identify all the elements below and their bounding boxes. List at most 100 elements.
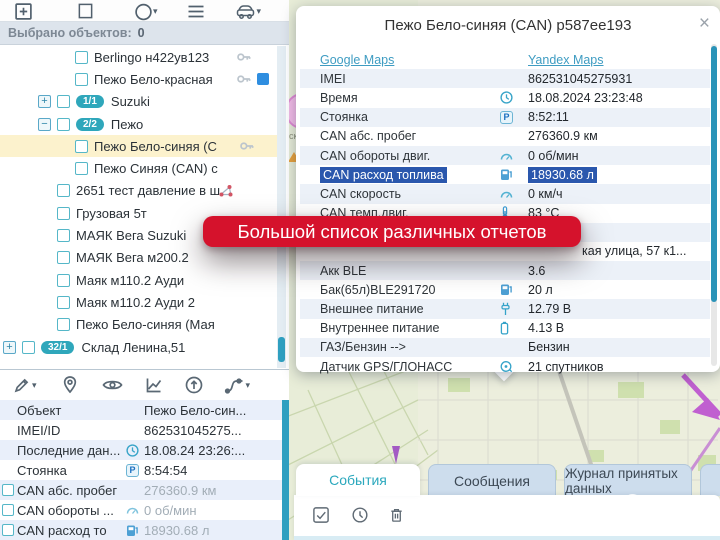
chevron-down-icon[interactable]: ▾ (32, 381, 37, 390)
tree-row[interactable]: Маяк м110.2 Ауди 2 P (0, 291, 277, 313)
row-checkbox[interactable] (57, 207, 70, 220)
edit-button[interactable]: ▾ (12, 375, 37, 395)
clock-icon (500, 91, 513, 104)
row-checkbox[interactable] (57, 229, 70, 242)
tree-item-label: Пежо Синяя (CAN) с (94, 161, 218, 176)
row-value: 276360.9 км (528, 129, 598, 143)
select-area-button[interactable] (77, 1, 94, 21)
detail-row: Объект Пежо Бело-син... (0, 400, 282, 420)
tree-row[interactable]: Маяк м110.2 Ауди P× (0, 269, 277, 291)
tab-label: Журнал принятых данных (565, 466, 691, 496)
detail-row: IMEI/ID 862531045275... (0, 420, 282, 440)
details-scrollbar-thumb[interactable] (282, 400, 289, 540)
track-button[interactable]: ▾ (224, 375, 251, 395)
row-checkbox[interactable] (57, 296, 70, 309)
tab-messages[interactable]: Сообщения (428, 464, 556, 496)
tree-item-label: Склад Ленина,51 (81, 340, 185, 355)
tree-item-label: Пежо Бело-синяя (С (94, 139, 217, 154)
detail-row: Стоянка P 8:54:54 (0, 460, 282, 480)
row-checkbox[interactable] (57, 251, 70, 264)
detail-row: CAN расход то 18930.68 л (0, 520, 282, 540)
row-value: 18.08.2024 23:23:48 (528, 91, 643, 105)
expand-icon[interactable]: + (3, 341, 16, 354)
detail-value: 18.08.24 23:26:... (144, 443, 245, 458)
tree-scrollbar-thumb[interactable] (278, 337, 285, 362)
row-checkbox[interactable] (75, 162, 88, 175)
sensor-checkbox[interactable] (2, 484, 14, 496)
export-button[interactable] (184, 375, 204, 395)
tree-item-label: Маяк м110.2 Ауди 2 (76, 295, 195, 310)
chevron-down-icon[interactable]: ▾ (257, 7, 262, 16)
time-filter-icon[interactable] (351, 506, 369, 524)
row-value: кая улица, 57 к1... (582, 244, 686, 258)
tab-data-log[interactable]: Журнал принятых данных (564, 464, 692, 496)
vehicle-filter-button[interactable]: ▾ (235, 1, 262, 21)
tree-row-selected[interactable]: Пежо Бело-синяя (С P (0, 135, 277, 157)
list-view-button[interactable] (186, 1, 207, 21)
popup-row: IMEI 862531045275931 (300, 69, 710, 88)
chevron-down-icon[interactable]: ▾ (246, 381, 251, 390)
visibility-button[interactable] (101, 375, 124, 395)
tree-group-row[interactable]: + 1/1 Suzuki (0, 91, 277, 113)
sensor-checkbox[interactable] (2, 524, 14, 536)
row-value: 0 км/ч (528, 187, 562, 201)
tree-row[interactable]: Berlingo н422ув123 P (0, 46, 277, 68)
popup-scrollbar-thumb[interactable] (711, 46, 717, 302)
detail-value: 862531045275... (144, 423, 242, 438)
row-checkbox[interactable] (57, 95, 70, 108)
popup-row-selected[interactable]: CAN расход топлива 18930.68 л (300, 165, 710, 184)
row-label: Внешнее питание (320, 302, 424, 316)
collapse-icon[interactable]: − (38, 118, 51, 131)
row-checkbox[interactable] (22, 341, 35, 354)
locate-button[interactable] (61, 375, 79, 395)
vehicle-info-popup: Пежо Бело-синяя (CAN) p587ee193 × Google… (296, 6, 720, 372)
fuel-icon (500, 283, 513, 296)
add-object-button[interactable] (14, 1, 33, 21)
row-checkbox[interactable] (57, 274, 70, 287)
tree-item-label: Маяк м110.2 Ауди (76, 273, 184, 288)
detail-label: Стоянка (17, 463, 67, 478)
detail-label: Последние дан... (17, 443, 120, 458)
top-toolbar: ▾ ▾ (0, 0, 289, 22)
tree-row[interactable]: 2651 тест давление в ш (0, 180, 277, 202)
detail-row: CAN обороты ... 0 об/мин (0, 500, 282, 520)
popup-row: Датчик GPS/ГЛОНАСС 21 спутников (300, 357, 710, 376)
tree-group-row[interactable]: − 2/2 Пежо (0, 113, 277, 135)
network-icon (218, 183, 234, 198)
battery-icon (500, 321, 509, 335)
satellite-icon (500, 360, 513, 373)
row-checkbox[interactable] (75, 140, 88, 153)
tree-group-row[interactable]: + 32/1 Склад Ленина,51 (0, 336, 277, 358)
tree-row[interactable]: Пежо Синяя (CAN) с P (0, 157, 277, 179)
select-radius-button[interactable]: ▾ (134, 1, 158, 21)
tree-item-label: Пежо Бело-красная (94, 72, 213, 87)
tree-row[interactable]: Пежо Бело-синяя (Мая P× (0, 314, 277, 336)
yandex-maps-link[interactable]: Yandex Maps (528, 53, 604, 67)
tab-events[interactable]: События (296, 464, 420, 496)
tab-extra[interactable] (700, 464, 720, 496)
popup-title: Пежо Бело-синяя (CAN) p587ee193 (296, 6, 720, 34)
row-checkbox[interactable] (57, 318, 70, 331)
tree-item-label: Berlingo н422ув123 (94, 50, 209, 65)
popup-row: Время 18.08.2024 23:23:48 (300, 88, 710, 107)
chart-button[interactable] (144, 375, 164, 395)
row-checkbox[interactable] (75, 51, 88, 64)
tree-row[interactable]: Пежо Бело-красная P (0, 68, 277, 90)
tree-scrollbar-track[interactable] (277, 46, 286, 368)
sensor-checkbox[interactable] (2, 504, 14, 516)
close-icon[interactable]: × (699, 14, 710, 33)
row-checkbox[interactable] (75, 73, 88, 86)
expand-icon[interactable]: + (38, 95, 51, 108)
promo-banner-text: Большой список различных отчетов (237, 221, 546, 243)
chevron-down-icon[interactable]: ▾ (153, 7, 158, 16)
tree-row[interactable]: МАЯК Вега м200.2 P (0, 247, 277, 269)
popup-row: Внешнее питание 12.79 В (300, 299, 710, 318)
row-value: 3.6 (528, 264, 545, 278)
select-all-checkbox[interactable] (312, 506, 330, 524)
row-value: 8:52:11 (528, 110, 569, 124)
row-checkbox[interactable] (57, 118, 70, 131)
row-checkbox[interactable] (57, 184, 70, 197)
selection-header-label: Выбрано объектов: (8, 26, 132, 40)
trash-icon[interactable] (388, 506, 405, 524)
google-maps-link[interactable]: Google Maps (320, 53, 394, 67)
